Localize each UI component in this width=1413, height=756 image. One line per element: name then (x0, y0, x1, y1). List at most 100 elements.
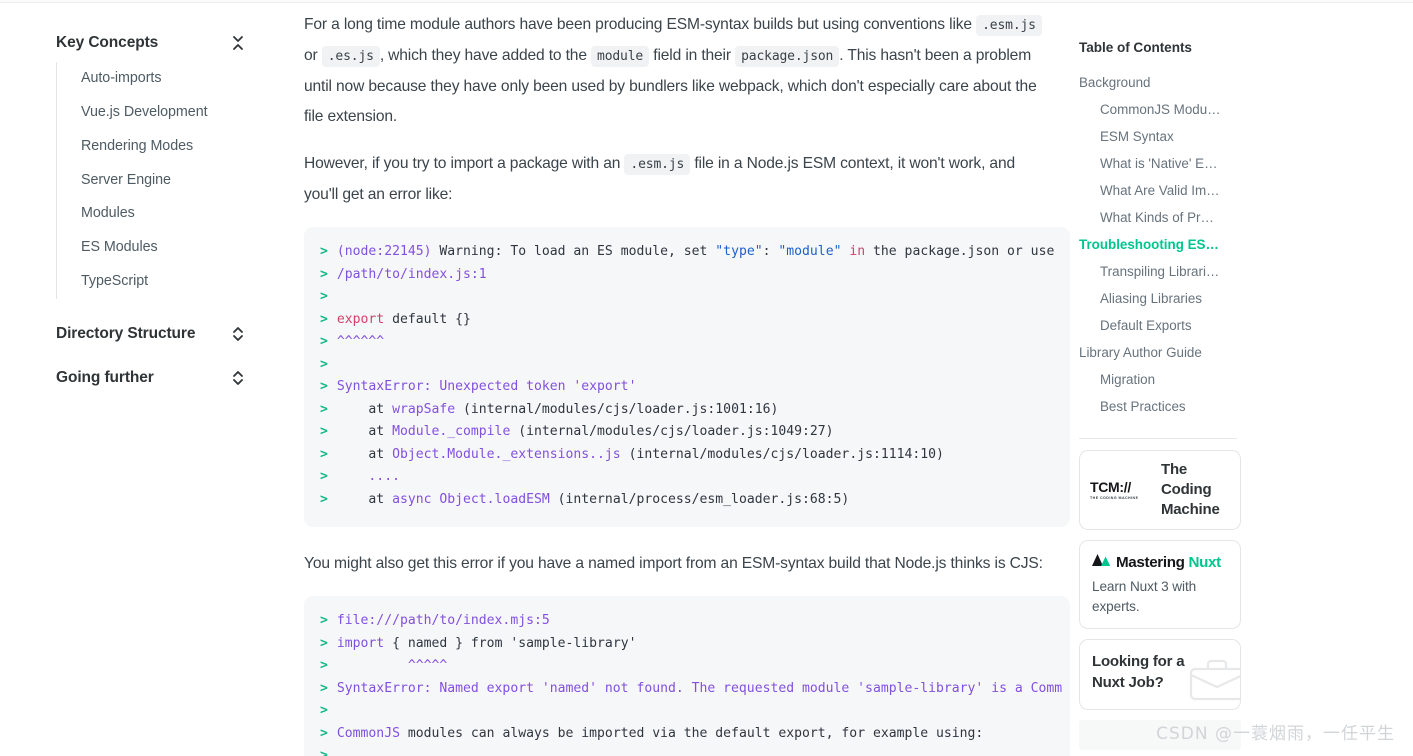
code-prompt-icon: > (320, 334, 328, 349)
code-prompt-icon: > (320, 401, 328, 417)
inline-code-package-json: package.json (735, 46, 840, 67)
code-line: > /path/to/index.js:1 (304, 264, 1070, 287)
code-token: import (336, 635, 385, 651)
inline-code-esm-js: .esm.js (624, 154, 691, 175)
code-token: at (336, 424, 393, 439)
sidebar-section-directory-structure[interactable]: Directory Structure (56, 325, 246, 343)
sidebar-item-typescript[interactable]: TypeScript (81, 265, 290, 299)
toc-item[interactable]: Transpiling Librari… (1079, 259, 1237, 286)
toc-item[interactable]: Aliasing Libraries (1079, 286, 1237, 313)
toc-item[interactable]: ESM Syntax (1079, 123, 1237, 150)
collapse-icon[interactable] (230, 34, 246, 52)
sidebar-section-title: Going further (56, 369, 154, 387)
code-token: ^^^^^ (336, 658, 448, 673)
code-line: > SyntaxError: Named export 'named' not f… (304, 678, 1070, 701)
code-token: Warning: To load an ES module, set (431, 244, 716, 259)
toc-item[interactable]: What Are Valid Im… (1079, 177, 1237, 204)
code-line: > (304, 354, 1070, 377)
toc-item[interactable]: What Kinds of Pr… (1079, 204, 1237, 231)
toc-item[interactable]: Migration (1079, 367, 1237, 394)
sponsor-card-nuxt-job[interactable]: Looking for a Nuxt Job? (1079, 639, 1241, 711)
code-token: default {} (384, 311, 471, 327)
briefcase-icon (1188, 657, 1240, 706)
code-line: > at async Object.loadESM (internal/proc… (304, 489, 1070, 512)
code-prompt-icon: > (320, 379, 328, 394)
code-token: at (336, 491, 393, 507)
toc-item[interactable]: CommonJS Modu… (1079, 96, 1237, 123)
code-token: (internal/process/esm_loader.js:68:5) (549, 491, 850, 507)
toc-divider (1079, 438, 1237, 440)
code-token: (internal/modules/cjs/loader.js:1001:16) (455, 401, 779, 417)
inline-code-module: module (591, 46, 650, 67)
paragraph-named-import-error: You might also get this error if you hav… (304, 549, 1043, 579)
code-token: ^^^^^^ (336, 334, 385, 349)
code-line: > CommonJS modules can always be imported… (304, 723, 1070, 746)
tcm-logo-text: TCM:// (1090, 478, 1131, 495)
sidebar-key-concepts-children: Auto-imports Vue.js Development Renderin… (56, 62, 290, 300)
code-line: > (304, 745, 1070, 756)
code-prompt-icon: > (320, 244, 328, 259)
code-prompt-icon: > (320, 311, 328, 327)
sidebar-item-server-engine[interactable]: Server Engine (81, 164, 290, 198)
sponsor-card-the-coding-machine[interactable]: TCM:// THE CODING MACHINE The Coding Mac… (1079, 450, 1241, 531)
inline-code-es-js: .es.js (321, 46, 380, 67)
code-token: SyntaxError: Named export 'named' not fo… (336, 680, 1063, 696)
brand-mastering: Mastering (1116, 553, 1185, 571)
toc-list: Background CommonJS Modu… ESM Syntax What i… (1079, 69, 1273, 421)
toc-item[interactable]: Background (1079, 69, 1237, 96)
sponsor-card-mastering-nuxt[interactable]: Mastering Nuxt Learn Nuxt 3 with experts… (1079, 540, 1241, 630)
toc-item[interactable]: What is 'Native' E… (1079, 150, 1237, 177)
code-line: > import { named } from 'sample-library' (304, 633, 1070, 656)
expand-icon[interactable] (230, 325, 246, 343)
inline-code-esm-js: .esm.js (976, 15, 1042, 36)
code-token: .... (336, 469, 400, 484)
code-token: file:///path/to/index.mjs:5 (336, 613, 550, 628)
code-token: at (336, 446, 393, 462)
code-token: (internal/modules/cjs/loader.js:1114:10) (620, 446, 944, 462)
sidebar-item-modules[interactable]: Modules (81, 197, 290, 231)
code-line: > SyntaxError: Unexpected token 'export' (304, 376, 1070, 399)
code-token: : (762, 244, 779, 259)
code-token: at (336, 401, 393, 417)
code-line: > (304, 286, 1070, 309)
code-line: > at Object.Module._extensions..js (inte… (304, 444, 1070, 467)
mastering-nuxt-wordmark: Mastering Nuxt (1116, 554, 1221, 571)
toc-item[interactable]: Best Practices (1079, 394, 1237, 421)
tcm-logo-subtitle: THE CODING MACHINE (1090, 496, 1139, 501)
code-token: CommonJS (336, 725, 400, 741)
sidebar-section-title: Directory Structure (56, 325, 196, 343)
code-prompt-icon: > (320, 266, 328, 282)
code-line: > file:///path/to/index.mjs:5 (304, 610, 1070, 633)
header-edge (0, 0, 1413, 3)
code-token: export (336, 311, 385, 327)
toc-title: Table of Contents (1079, 40, 1192, 55)
sidebar-item-auto-imports[interactable]: Auto-imports (81, 62, 290, 96)
code-token: Module._compile (392, 424, 511, 439)
sidebar-item-es-modules[interactable]: ES Modules (81, 231, 290, 265)
code-prompt-icon: > (320, 424, 328, 439)
text-segment: or (304, 47, 322, 64)
sidebar-section-going-further[interactable]: Going further (56, 369, 246, 387)
toc-item[interactable]: Troubleshooting ES… (1079, 231, 1237, 258)
code-prompt-icon: > (320, 613, 328, 628)
code-block-named-export-error[interactable]: > file:///path/to/index.mjs:5 > import { na… (304, 596, 1070, 756)
toc-item[interactable]: Library Author Guide (1079, 340, 1237, 367)
sidebar-item-vuejs-development[interactable]: Vue.js Development (81, 96, 290, 130)
code-prompt-icon: > (320, 446, 328, 462)
code-line: > ^^^^^ (304, 655, 1070, 678)
code-token: (internal/modules/cjs/loader.js:1049:27) (510, 424, 834, 439)
code-token: wrapSafe (392, 401, 456, 417)
code-block-syntax-error[interactable]: > (node:22145) Warning: To load an ES mod… (304, 227, 1070, 527)
sidebar-section-key-concepts[interactable]: Key Concepts (56, 34, 246, 52)
watermark: CSDN @一蓑烟雨，一任平生 (1156, 724, 1395, 744)
sidebar-item-rendering-modes[interactable]: Rendering Modes (81, 130, 290, 164)
sponsor-title: The Coding Machine (1161, 461, 1220, 519)
text-segment: For a long time module authors have been… (304, 16, 977, 33)
code-prompt-icon: > (320, 635, 328, 651)
code-line: > .... (304, 466, 1070, 489)
documentation-page: Key Concepts Auto-imports Vue.js Develop… (0, 0, 1413, 756)
code-prompt-icon: > (320, 491, 328, 507)
expand-icon[interactable] (230, 369, 246, 387)
toc-item[interactable]: Default Exports (1079, 313, 1237, 340)
paragraph-esm-conventions: For a long time module authors have been… (304, 10, 1043, 132)
